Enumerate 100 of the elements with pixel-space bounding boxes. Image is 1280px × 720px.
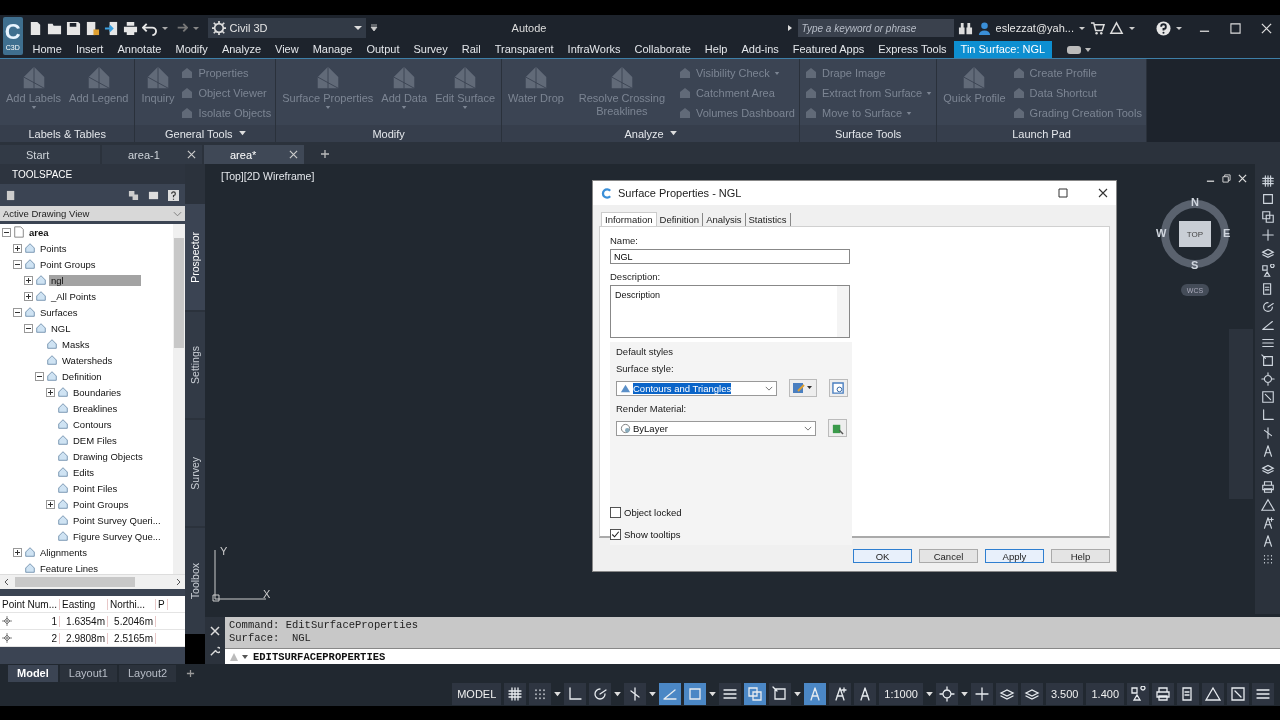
side-tab[interactable]: Toolbox	[185, 528, 205, 634]
gear-icon[interactable]	[1260, 372, 1275, 386]
side-tab[interactable]: Prospector	[185, 204, 205, 310]
tree-item[interactable]: _All Points	[49, 290, 98, 302]
angle-icon[interactable]	[659, 683, 682, 705]
cross-icon[interactable]	[624, 683, 647, 705]
compass-label[interactable]: N	[1191, 196, 1199, 208]
overlap-icon[interactable]	[744, 683, 767, 705]
caret-icon[interactable]	[160, 24, 169, 32]
caret-icon[interactable]	[1078, 24, 1086, 32]
name-field[interactable]: NGL	[610, 249, 850, 264]
tree-item[interactable]: Definition	[60, 370, 104, 382]
dialog-tab[interactable]: Information	[601, 212, 657, 226]
ribbon-tab[interactable]: Transparent	[487, 41, 561, 58]
description-field[interactable]: Description	[610, 285, 850, 338]
ribbon-tab[interactable]: Featured Apps	[785, 41, 872, 58]
dialog-button[interactable]: Apply	[985, 549, 1044, 563]
expander-icon[interactable]	[13, 259, 22, 269]
binoculars-icon[interactable]	[957, 20, 973, 36]
caret-icon[interactable]	[353, 24, 362, 32]
search-field[interactable]: Type a keyword or phrase	[797, 19, 954, 37]
gear-icon[interactable]	[211, 21, 226, 35]
lines-icon[interactable]	[719, 683, 742, 705]
expander-icon[interactable]	[35, 371, 44, 381]
document-tab[interactable]: area*	[204, 145, 304, 164]
pages-icon[interactable]	[128, 189, 139, 201]
customize-icon[interactable]	[369, 24, 378, 32]
ribbon-tab[interactable]: Survey	[406, 41, 455, 58]
ribbon-tab[interactable]: Add-ins	[734, 41, 786, 58]
scroll-right-icon[interactable]	[174, 578, 182, 586]
layout-tab[interactable]: Model	[8, 664, 58, 682]
fullscreen-icon[interactable]	[1260, 390, 1275, 404]
checkbox-label[interactable]: Show tooltips	[624, 528, 681, 540]
tree-item[interactable]: Alignments	[38, 546, 89, 558]
tree-item[interactable]: Surfaces	[38, 306, 80, 318]
tree-item[interactable]: Point Groups	[38, 258, 98, 270]
surface-style-dropdown[interactable]: Contours and Triangles	[616, 380, 777, 396]
layers-icon[interactable]	[1260, 462, 1275, 476]
prompt-icon[interactable]	[229, 651, 249, 662]
status-text[interactable]: 1:1000	[879, 683, 923, 705]
export-icon[interactable]	[103, 20, 119, 36]
warning-icon[interactable]	[1202, 683, 1224, 705]
save-icon[interactable]	[65, 20, 81, 36]
annotation-icon[interactable]	[804, 683, 827, 705]
ribbon-tab[interactable]: Annotate	[110, 41, 169, 58]
scrollbar-thumb[interactable]	[15, 577, 135, 587]
plus-icon[interactable]	[186, 668, 196, 678]
scrollbar-thumb[interactable]	[174, 238, 184, 348]
column-header[interactable]: Northi...	[108, 598, 156, 610]
viewcube-face[interactable]: TOP	[1179, 221, 1211, 247]
triangle-icon[interactable]	[1109, 20, 1124, 36]
square-icon[interactable]	[684, 683, 707, 705]
caret-icon[interactable]	[794, 691, 802, 697]
shapes-icon[interactable]	[1127, 683, 1149, 705]
layers-icon[interactable]	[995, 683, 1018, 705]
printer-icon[interactable]	[1152, 683, 1174, 705]
caret-icon[interactable]	[554, 691, 562, 697]
tree-item[interactable]: Boundaries	[71, 386, 124, 398]
grid-icon[interactable]	[1260, 174, 1275, 188]
caret-icon[interactable]	[709, 691, 717, 697]
shapes-icon[interactable]	[1260, 264, 1275, 278]
angle-icon[interactable]	[1260, 318, 1275, 332]
tree-item[interactable]: Masks	[60, 338, 92, 350]
caret-icon[interactable]	[614, 691, 622, 697]
fullscreen-icon[interactable]	[1227, 683, 1249, 705]
chevron-icon[interactable]	[765, 385, 773, 391]
gear-icon[interactable]	[935, 683, 958, 705]
ribbon-tab[interactable]: Insert	[68, 41, 111, 58]
tree-item[interactable]: Watersheds	[60, 354, 115, 366]
ribbon-tab[interactable]: Modify	[168, 41, 215, 58]
save-as-icon[interactable]	[84, 20, 100, 36]
plus-icon[interactable]	[320, 149, 330, 159]
overlap-icon[interactable]	[1260, 210, 1275, 224]
expander-icon[interactable]	[13, 547, 22, 557]
expander-icon[interactable]	[24, 323, 33, 333]
ribbon-tab[interactable]: Help	[697, 41, 735, 58]
warning-icon[interactable]	[1260, 498, 1275, 512]
tree-item[interactable]: Contours	[71, 418, 114, 430]
grid-icon[interactable]	[504, 683, 527, 705]
tree-item[interactable]: Point Files	[71, 482, 120, 494]
tree-item[interactable]: Feature Lines	[38, 562, 101, 574]
frame-icon[interactable]	[769, 683, 792, 705]
ribbon-tab[interactable]: Output	[359, 41, 407, 58]
wrench-icon[interactable]	[210, 645, 220, 656]
toggle-icon[interactable]	[1066, 44, 1093, 55]
tree-item[interactable]: DEM Files	[71, 434, 119, 446]
ribbon-tab[interactable]: Analyze	[214, 41, 268, 58]
panel-icon[interactable]	[148, 189, 159, 201]
square-icon[interactable]	[1260, 192, 1275, 206]
render-material-dropdown[interactable]: ByLayer	[616, 420, 816, 436]
play-icon[interactable]	[785, 24, 794, 32]
caret-icon[interactable]	[925, 691, 933, 697]
checkbox[interactable]	[610, 506, 621, 518]
side-tab[interactable]: Survey	[185, 420, 205, 526]
layout-tab[interactable]: Layout1	[59, 664, 117, 682]
ribbon-tab[interactable]: Tin Surface: NGL	[953, 41, 1053, 58]
document-tab[interactable]: area-1	[102, 145, 202, 164]
expander-icon[interactable]	[13, 243, 22, 253]
tree-item[interactable]: Point Groups	[71, 498, 131, 510]
restore-icon[interactable]	[1222, 174, 1231, 183]
